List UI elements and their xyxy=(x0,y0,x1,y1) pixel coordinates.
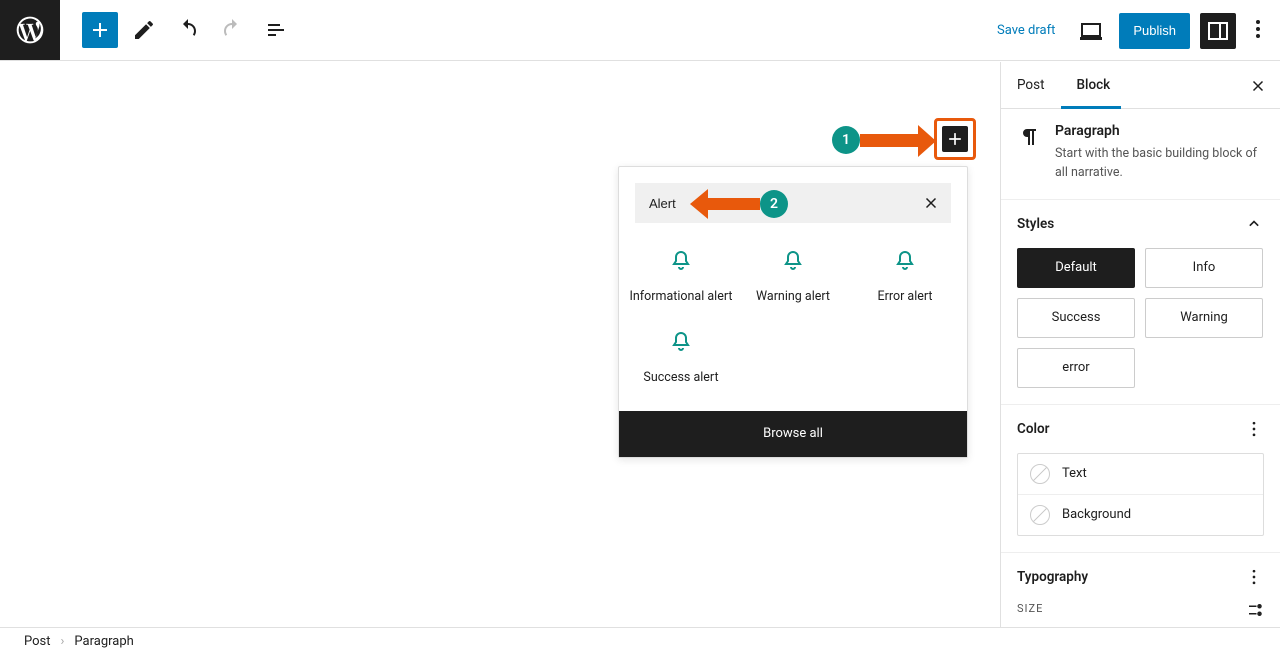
sidebar-tabs: Post Block xyxy=(1001,62,1280,109)
save-draft-link[interactable]: Save draft xyxy=(989,17,1063,44)
block-item-label: Success alert xyxy=(629,370,733,387)
edit-mode-button[interactable] xyxy=(126,12,162,48)
block-item-informational-alert[interactable]: Informational alert xyxy=(625,243,737,324)
breadcrumb-root[interactable]: Post xyxy=(24,634,51,649)
size-settings-icon[interactable] xyxy=(1246,601,1264,623)
breadcrumb-current: Paragraph xyxy=(74,634,133,649)
block-item-label: Warning alert xyxy=(741,289,845,306)
toolbar-left-group xyxy=(60,12,294,48)
style-info[interactable]: Info xyxy=(1145,248,1263,288)
color-panel-title: Color xyxy=(1017,421,1049,437)
preview-button[interactable] xyxy=(1073,13,1109,49)
block-item-success-alert[interactable]: Success alert xyxy=(625,324,737,405)
style-error[interactable]: error xyxy=(1017,348,1135,388)
block-description-panel: Paragraph Start with the basic building … xyxy=(1001,109,1280,200)
breadcrumb-bar: Post › Paragraph xyxy=(0,627,1280,655)
color-text-label: Text xyxy=(1062,466,1087,481)
style-success[interactable]: Success xyxy=(1017,298,1135,338)
block-search-input[interactable] xyxy=(635,183,951,223)
text-color-swatch xyxy=(1030,464,1050,484)
redo-button[interactable] xyxy=(214,12,250,48)
undo-button[interactable] xyxy=(170,12,206,48)
more-options-icon[interactable] xyxy=(1244,567,1264,587)
color-panel: Color Text Background xyxy=(1001,405,1280,553)
block-description: Start with the basic building block of a… xyxy=(1055,145,1264,183)
typography-panel-title: Typography xyxy=(1017,569,1088,585)
settings-sidebar: Post Block Paragraph Start with the basi… xyxy=(1000,62,1280,627)
top-toolbar: Save draft Publish xyxy=(0,0,1280,61)
typography-panel: Typography SIZE xyxy=(1001,553,1280,628)
document-overview-button[interactable] xyxy=(258,12,294,48)
color-background-label: Background xyxy=(1062,507,1131,522)
color-list: Text Background xyxy=(1017,453,1264,536)
chevron-up-icon xyxy=(1244,214,1264,234)
tab-block[interactable]: Block xyxy=(1061,62,1127,109)
styles-grid: Default Info Success Warning error xyxy=(1017,248,1264,388)
styles-panel-title: Styles xyxy=(1017,216,1054,232)
annotation-arrow-1 xyxy=(860,134,920,147)
background-color-swatch xyxy=(1030,505,1050,525)
block-item-label: Informational alert xyxy=(629,289,733,306)
publish-button[interactable]: Publish xyxy=(1119,13,1190,49)
styles-panel: Styles Default Info Success Warning erro… xyxy=(1001,200,1280,405)
annotation-step-2-badge: 2 xyxy=(760,190,788,218)
settings-toggle-button[interactable] xyxy=(1200,13,1236,49)
annotation-step-1-badge: 1 xyxy=(832,126,860,154)
browse-all-button[interactable]: Browse all xyxy=(619,411,967,457)
annotation-highlight-1 xyxy=(934,118,976,160)
annotation-arrow-2-head xyxy=(690,189,708,219)
tab-active-indicator xyxy=(1061,106,1121,109)
toolbar-right-group: Save draft Publish xyxy=(989,0,1270,61)
block-results-grid: Informational alert Warning alert Error … xyxy=(619,223,967,411)
block-item-error-alert[interactable]: Error alert xyxy=(849,243,961,324)
toggle-inserter-button[interactable] xyxy=(82,12,118,48)
size-label: SIZE xyxy=(1017,602,1043,615)
color-background-row[interactable]: Background xyxy=(1018,494,1263,535)
block-item-warning-alert[interactable]: Warning alert xyxy=(737,243,849,324)
block-name: Paragraph xyxy=(1055,123,1264,139)
breadcrumb-separator: › xyxy=(61,634,65,649)
tab-post[interactable]: Post xyxy=(1001,62,1061,109)
color-text-row[interactable]: Text xyxy=(1018,454,1263,494)
clear-search-button[interactable] xyxy=(917,189,945,217)
block-inserter-popup: Informational alert Warning alert Error … xyxy=(618,166,968,458)
color-panel-toggle[interactable]: Color xyxy=(1001,405,1280,453)
typography-panel-toggle[interactable]: Typography xyxy=(1001,553,1280,601)
styles-panel-toggle[interactable]: Styles xyxy=(1001,200,1280,248)
add-block-button[interactable] xyxy=(942,126,968,152)
style-default[interactable]: Default xyxy=(1017,248,1135,288)
wordpress-logo[interactable] xyxy=(0,0,60,60)
annotation-arrow-2 xyxy=(708,198,760,210)
block-item-label: Error alert xyxy=(853,289,957,306)
close-sidebar-button[interactable] xyxy=(1246,74,1270,98)
more-options-icon[interactable] xyxy=(1244,419,1264,439)
style-warning[interactable]: Warning xyxy=(1145,298,1263,338)
more-options-button[interactable] xyxy=(1246,17,1270,45)
paragraph-icon xyxy=(1017,123,1041,147)
